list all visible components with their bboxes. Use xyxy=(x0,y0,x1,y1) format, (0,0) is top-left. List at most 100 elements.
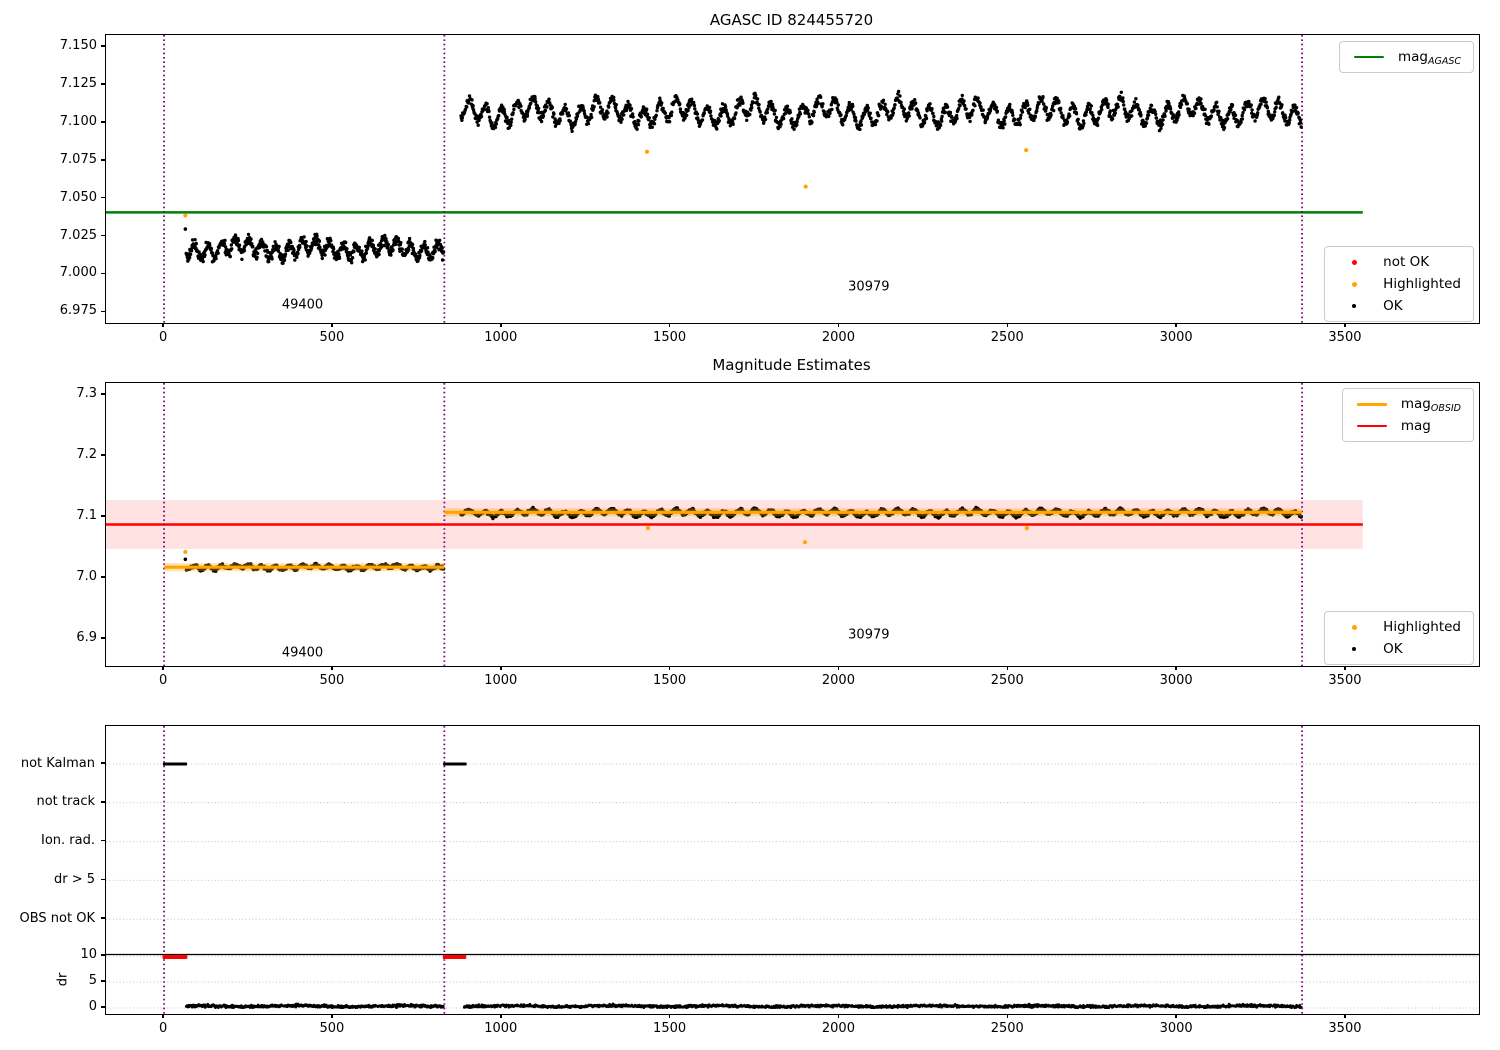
y-tick-label: 7.2 xyxy=(76,447,97,463)
legend-item: mag xyxy=(1353,415,1463,437)
x-tick-label: 0 xyxy=(158,673,168,688)
legend-marker-dot xyxy=(1351,624,1357,630)
legend-swatch xyxy=(1337,647,1371,651)
y-tick-mark xyxy=(101,637,105,639)
x-tick-label: 2000 xyxy=(821,330,855,345)
x-tick-mark xyxy=(331,666,333,670)
middle-plot-title: Magnitude Estimates xyxy=(712,356,871,374)
legend-item: OK xyxy=(1335,638,1463,660)
flag-tick-mark xyxy=(101,917,105,919)
flag-row-label: dr > 5 xyxy=(53,871,95,887)
highlighted-point xyxy=(183,549,188,555)
x-tick-mark xyxy=(1006,666,1009,670)
legend-line-sample xyxy=(1353,56,1384,58)
x-tick-label: 1000 xyxy=(484,673,518,688)
x-tick-label: 3000 xyxy=(1159,673,1193,688)
y-tick-mark xyxy=(101,454,105,456)
ok-points-series xyxy=(459,89,1303,133)
x-tick-mark xyxy=(331,323,333,327)
legend-label: Highlighted xyxy=(1383,619,1461,635)
y-tick-label: 7.0 xyxy=(76,569,97,585)
y-tick-mark xyxy=(101,83,105,85)
legend-item: magAGASC xyxy=(1350,46,1463,68)
highlighted-point xyxy=(1024,148,1029,153)
legend-swatch xyxy=(1352,56,1386,58)
x-tick-label: 3000 xyxy=(1159,330,1193,345)
y-tick-mark xyxy=(101,196,105,199)
x-tick-label: 2500 xyxy=(990,330,1024,345)
x-tick-label: 2500 xyxy=(990,673,1024,688)
legend-item: Highlighted xyxy=(1335,616,1463,638)
legend-label: OK xyxy=(1383,641,1403,657)
highlighted-point xyxy=(183,213,188,218)
x-tick-mark xyxy=(162,323,164,327)
flag-row-label: Ion. rad. xyxy=(41,833,95,849)
legend-label: not OK xyxy=(1383,254,1430,270)
x-tick-mark xyxy=(500,666,502,670)
legend-label: OK xyxy=(1383,298,1403,314)
y-tick-label: 7.075 xyxy=(59,151,97,167)
x-tick-label: 1500 xyxy=(653,330,687,345)
y-tick-mark xyxy=(101,310,105,313)
y-tick-label: 7.1 xyxy=(76,508,97,524)
flag-tick-mark xyxy=(101,839,105,842)
y-tick-mark xyxy=(101,121,105,123)
x-tick-label: 1000 xyxy=(484,1021,518,1036)
y-tick-mark xyxy=(101,576,105,578)
dr-tick-label: 10 xyxy=(80,947,97,962)
x-tick-mark xyxy=(668,666,671,670)
highlighted-point xyxy=(645,526,651,531)
x-tick-mark xyxy=(1344,323,1346,327)
flag-row-label: not track xyxy=(36,794,95,810)
legend-swatch xyxy=(1337,281,1371,287)
agasc-mag-scatter-plot xyxy=(105,34,1480,324)
top-plot-title: AGASC ID 824455720 xyxy=(709,11,874,29)
dr-tick-mark xyxy=(101,980,105,982)
legend-marker-dot xyxy=(1351,281,1357,287)
highlighted-point xyxy=(802,540,808,545)
x-tick-label: 2500 xyxy=(990,1021,1024,1036)
legend-item: not OK xyxy=(1335,251,1463,273)
x-tick-mark xyxy=(500,323,502,327)
legend-top-markers: not OK Highlighted OK xyxy=(1324,246,1474,322)
obsid-annotation: 49400 xyxy=(281,297,324,313)
flag-row-label: OBS not OK xyxy=(19,910,96,926)
plot-canvas xyxy=(106,383,1363,666)
highlighted-point xyxy=(803,184,808,189)
y-tick-label: 7.000 xyxy=(59,265,97,281)
y-tick-label: 7.150 xyxy=(59,38,97,54)
legend-marker-dot xyxy=(1352,304,1357,308)
x-tick-label: 1500 xyxy=(653,1021,687,1036)
y-tick-mark xyxy=(101,515,105,517)
y-tick-mark xyxy=(101,234,105,237)
x-tick-mark xyxy=(1344,666,1346,670)
x-tick-mark xyxy=(331,1014,333,1018)
y-tick-label: 7.3 xyxy=(76,386,97,402)
highlighted-point xyxy=(644,149,650,154)
legend-swatch xyxy=(1337,259,1371,265)
highlighted-point xyxy=(1024,526,1029,531)
dr-tick-label: 0 xyxy=(88,999,97,1014)
x-tick-mark xyxy=(1344,1014,1346,1018)
dr-tick-mark xyxy=(101,954,105,956)
x-tick-label: 1000 xyxy=(484,330,518,345)
legend-line-sample xyxy=(1356,402,1387,406)
x-tick-mark xyxy=(1006,1014,1009,1018)
legend-label: mag xyxy=(1400,418,1431,434)
x-tick-label: 500 xyxy=(319,1021,345,1036)
legend-swatch xyxy=(1337,304,1371,308)
obsid-annotation: 49400 xyxy=(281,645,324,661)
dr-tick-mark xyxy=(101,1006,105,1008)
x-tick-label: 2000 xyxy=(821,1021,855,1036)
obsid-annotation: 30979 xyxy=(848,279,890,295)
x-tick-label: 0 xyxy=(158,330,168,345)
x-tick-label: 2000 xyxy=(821,673,855,688)
flag-tick-mark xyxy=(101,878,105,881)
y-tick-label: 7.100 xyxy=(59,113,97,129)
legend-marker-dot xyxy=(1351,259,1357,265)
legend-item: OK xyxy=(1335,295,1463,317)
flag-row-label: not Kalman xyxy=(20,755,95,771)
legend-swatch xyxy=(1355,425,1389,427)
dr-ok-series xyxy=(184,1002,1303,1009)
legend-swatch xyxy=(1355,402,1389,406)
